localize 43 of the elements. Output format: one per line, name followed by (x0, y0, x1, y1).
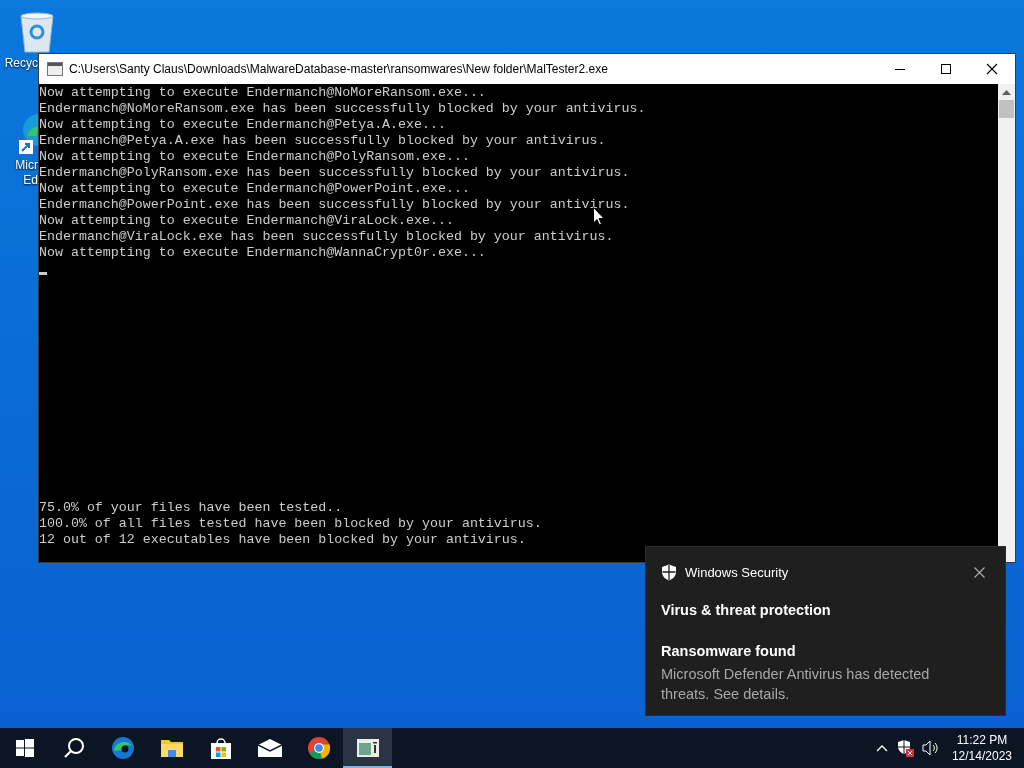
text-cursor (39, 272, 47, 275)
maximize-icon (941, 64, 951, 74)
edge-icon (110, 736, 135, 760)
window-title: C:\Users\Santy Claus\Downloads\MalwareDatabase-master\ransomwares\New folder\MalTester2.exe (69, 61, 608, 78)
console-line: Now attempting to execute Endermanch@Petya.A.exe... (39, 117, 446, 133)
console-line: 100.0% of all files tested have been blocked by your antivirus. (39, 516, 542, 532)
search-icon (62, 737, 85, 759)
close-icon (986, 63, 998, 75)
console-line: Now attempting to execute Endermanch@NoMoreRansom.exe... (39, 85, 486, 101)
clock[interactable]: 11:22 PM 12/14/2023 (951, 732, 1012, 764)
icon-label: Micr (15, 158, 38, 173)
scrollbar[interactable] (998, 84, 1015, 562)
console-line: Endermanch@NoMoreRansom.exe has been successfully blocked by your antivirus. (39, 101, 646, 117)
console-line: Now attempting to execute Endermanch@ViraLock.exe... (39, 213, 454, 229)
console-line: Endermanch@PowerPoint.exe has been successfully blocked by your antivirus. (39, 197, 630, 213)
console-line: Endermanch@ViraLock.exe has been successfully blocked by your antivirus. (39, 229, 614, 245)
console-line: Endermanch@PolyRansom.exe has been successfully blocked by your antivirus. (39, 165, 630, 181)
envelope-icon (257, 739, 282, 757)
taskbar-button[interactable] (343, 728, 392, 768)
shopping-bag-icon (209, 737, 232, 759)
console-line: Endermanch@Petya.A.exe has been successfully blocked by your antivirus. (39, 133, 606, 149)
console-window-icon (356, 739, 379, 757)
console-line: 75.0% of your files have been tested.. (39, 500, 343, 516)
mouse-pointer-icon (593, 207, 605, 226)
start-icon (15, 739, 34, 757)
scroll-thumb[interactable] (999, 100, 1014, 118)
recycle-bin-icon[interactable] (17, 10, 57, 54)
console-line: Now attempting to execute Endermanch@WannaCrypt0r.exe... (39, 245, 486, 261)
notification-title: Virus & threat protection (661, 600, 832, 620)
scroll-up-icon[interactable] (1002, 89, 1011, 95)
notification-heading: Ransomware found (661, 642, 797, 662)
notification-body: Microsoft Defender Antivirus has detected threats. See details. (661, 665, 931, 704)
icon-label: Ed (23, 173, 38, 188)
icon-label: Recyc (4, 56, 38, 71)
close-button[interactable] (972, 565, 986, 580)
console-line: 12 out of 12 executables have been blocked by your antivirus. (39, 532, 526, 548)
chrome-icon (306, 736, 331, 760)
folder-icon (160, 738, 183, 758)
app-name: Windows Security (685, 564, 789, 582)
console-line: Now attempting to execute Endermanch@PolyRansom.exe... (39, 149, 470, 165)
console-app-icon (47, 62, 63, 76)
shield-icon (661, 564, 677, 582)
console-line: Now attempting to execute Endermanch@PowerPoint.exe... (39, 181, 470, 197)
